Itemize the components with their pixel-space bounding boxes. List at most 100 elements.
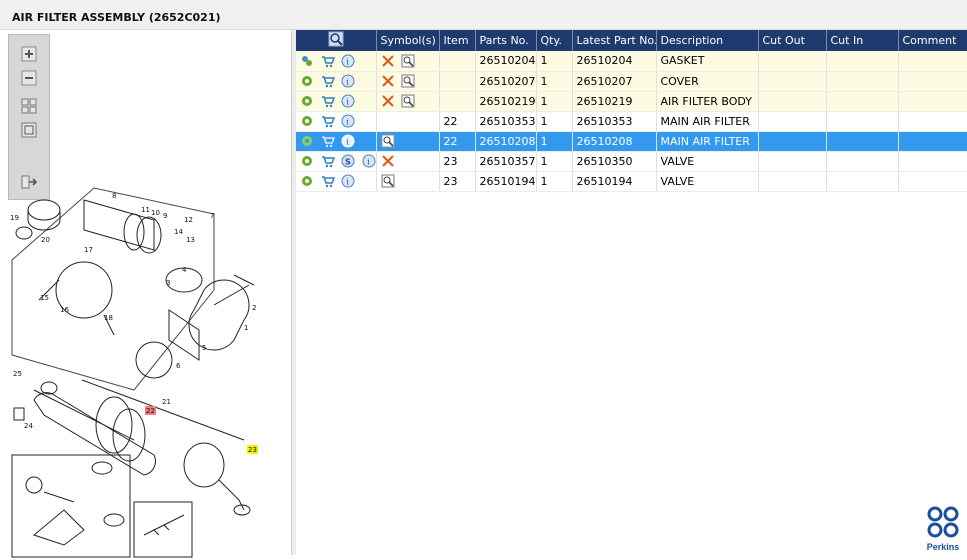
zoom-in-icon bbox=[21, 46, 37, 62]
latest-part-column-header[interactable]: Latest Part No. bbox=[572, 30, 657, 51]
info-icon[interactable]: i bbox=[341, 114, 355, 128]
discontinued-x-icon[interactable] bbox=[381, 94, 395, 108]
callout-label[interactable]: 15 bbox=[40, 294, 49, 302]
cart-icon[interactable] bbox=[321, 174, 335, 188]
supersession-icon[interactable]: S bbox=[341, 154, 355, 168]
callout-label[interactable]: 14 bbox=[174, 228, 183, 236]
cart-icon[interactable] bbox=[321, 154, 335, 168]
info-icon[interactable]: i bbox=[341, 94, 355, 108]
callout-label[interactable]: 6 bbox=[176, 362, 181, 370]
callout-label[interactable]: 4 bbox=[182, 266, 187, 274]
callout-label[interactable]: 22 bbox=[146, 407, 155, 415]
qty-column-header[interactable]: Qty. bbox=[536, 30, 573, 51]
perkins-logo: Perkins bbox=[920, 505, 966, 553]
comment-cell bbox=[898, 51, 967, 72]
comment-cell bbox=[898, 151, 967, 172]
cut-in-cell bbox=[826, 71, 899, 92]
gear-icon[interactable] bbox=[300, 74, 314, 88]
item-column-header[interactable]: Item bbox=[439, 30, 476, 51]
cut-out-column-header[interactable]: Cut Out bbox=[758, 30, 827, 51]
actions-cell: S i bbox=[296, 151, 377, 172]
gear-icon[interactable] bbox=[300, 174, 314, 188]
comment-column-header[interactable]: Comment bbox=[898, 30, 967, 51]
cut-in-cell bbox=[826, 91, 899, 112]
find-column-header[interactable] bbox=[296, 30, 377, 51]
cut-out-cell bbox=[758, 91, 827, 112]
callout-label[interactable]: 9 bbox=[163, 212, 167, 220]
description-column-header[interactable]: Description bbox=[656, 30, 759, 51]
discontinued-x-icon[interactable] bbox=[381, 54, 395, 68]
callout-label[interactable]: 23 bbox=[248, 446, 257, 454]
callout-label[interactable]: 1 bbox=[244, 324, 248, 332]
view-part-icon[interactable] bbox=[401, 94, 415, 108]
info-icon[interactable]: i bbox=[341, 134, 355, 148]
cart-icon[interactable] bbox=[321, 134, 335, 148]
callout-label[interactable]: 11 bbox=[141, 206, 150, 214]
info-icon[interactable]: i bbox=[341, 54, 355, 68]
callout-label[interactable]: 25 bbox=[13, 370, 22, 378]
gear-icon[interactable] bbox=[300, 114, 314, 128]
diagram-pane[interactable]: 19 20 8 11 10 9 12 7 17 14 13 15 3 4 2 1… bbox=[0, 30, 292, 558]
gear-icon[interactable] bbox=[300, 94, 314, 108]
cart-icon[interactable] bbox=[321, 94, 335, 108]
callout-label[interactable]: 24 bbox=[24, 422, 33, 430]
comment-cell bbox=[898, 91, 967, 112]
gears-icon[interactable] bbox=[300, 54, 314, 68]
gear-icon[interactable] bbox=[300, 154, 314, 168]
symbols-cell bbox=[376, 91, 440, 112]
callout-label[interactable]: 21 bbox=[162, 398, 171, 406]
gear-icon[interactable] bbox=[300, 134, 314, 148]
item-cell bbox=[439, 91, 476, 112]
callout-label[interactable]: 16 bbox=[60, 306, 69, 314]
symbols-column-header[interactable]: Symbol(s) bbox=[376, 30, 440, 51]
exploded-parts-diagram[interactable]: 19 20 8 11 10 9 12 7 17 14 13 15 3 4 2 1… bbox=[4, 180, 290, 560]
zoom-in-button[interactable] bbox=[17, 43, 41, 65]
part-no-column-header[interactable]: Parts No. bbox=[475, 30, 537, 51]
cart-icon[interactable] bbox=[321, 114, 335, 128]
latest-part-cell: 26510194 bbox=[572, 171, 657, 192]
view-part-icon[interactable] bbox=[381, 174, 395, 188]
callout-label[interactable]: 19 bbox=[10, 214, 19, 222]
zoom-out-button[interactable] bbox=[17, 67, 41, 89]
view-part-icon[interactable] bbox=[381, 134, 395, 148]
view-part-icon[interactable] bbox=[401, 54, 415, 68]
callout-label[interactable]: 10 bbox=[151, 209, 160, 217]
info-icon[interactable]: i bbox=[341, 174, 355, 188]
cart-icon[interactable] bbox=[321, 74, 335, 88]
table-row[interactable]: i 22 26510353 1 26510353 MAIN AIR FILTER bbox=[296, 111, 967, 132]
info-icon[interactable]: i bbox=[362, 154, 376, 168]
fit-all-button[interactable] bbox=[17, 95, 41, 117]
svg-text:i: i bbox=[346, 57, 349, 66]
cart-icon[interactable] bbox=[321, 54, 335, 68]
callout-label[interactable]: 3 bbox=[166, 279, 170, 287]
table-row[interactable]: i 26510204 1 26510204 GASKET bbox=[296, 51, 967, 72]
table-row[interactable]: i 23 26510194 1 26510194 VALVE bbox=[296, 171, 967, 192]
discontinued-x-icon[interactable] bbox=[381, 74, 395, 88]
svg-text:S: S bbox=[345, 158, 351, 167]
fit-window-button[interactable] bbox=[17, 119, 41, 141]
callout-label[interactable]: 8 bbox=[112, 192, 116, 200]
symbols-cell bbox=[376, 71, 440, 92]
callout-label[interactable]: 13 bbox=[186, 236, 195, 244]
table-row[interactable]: i 26510207 1 26510207 COVER bbox=[296, 71, 967, 92]
callout-label[interactable]: 17 bbox=[84, 246, 93, 254]
callout-label[interactable]: 7 bbox=[210, 212, 214, 220]
callout-label[interactable]: 18 bbox=[104, 314, 113, 322]
callout-label[interactable]: 2 bbox=[252, 304, 256, 312]
symbols-cell bbox=[376, 51, 440, 72]
cut-out-cell bbox=[758, 51, 827, 72]
callout-label[interactable]: 12 bbox=[184, 216, 193, 224]
description-cell: COVER bbox=[656, 71, 759, 92]
callout-label[interactable]: 5 bbox=[202, 344, 206, 352]
view-part-icon[interactable] bbox=[401, 74, 415, 88]
table-row[interactable]: i 26510219 1 26510219 AIR FILTER BODY bbox=[296, 91, 967, 112]
discontinued-x-icon[interactable] bbox=[381, 154, 395, 168]
table-row[interactable]: S i 23 26510357 1 26510350 VALVE bbox=[296, 151, 967, 172]
callout-label[interactable]: 20 bbox=[41, 236, 50, 244]
table-row-selected[interactable]: i 22 26510208 1 26510208 MAIN AIR FILTER bbox=[296, 131, 967, 152]
cut-in-column-header[interactable]: Cut In bbox=[826, 30, 899, 51]
cut-in-cell bbox=[826, 51, 899, 72]
info-icon[interactable]: i bbox=[341, 74, 355, 88]
qty-cell: 1 bbox=[536, 131, 573, 152]
part-no-cell: 26510194 bbox=[475, 171, 537, 192]
